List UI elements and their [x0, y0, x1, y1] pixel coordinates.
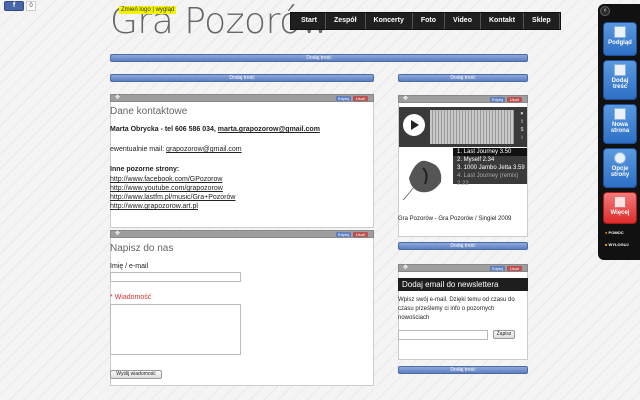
form-panel-header: ✥ Edytuj Usuń	[110, 230, 374, 238]
nav-kontakt[interactable]: Kontakt	[481, 13, 525, 29]
required-mark: *	[110, 294, 113, 301]
nav-foto[interactable]: Foto	[413, 13, 446, 29]
edit-button[interactable]: Edytuj	[336, 232, 351, 237]
link-website[interactable]: http://www.grapozorow.art.pl	[110, 203, 198, 210]
alt-email-link[interactable]: grapozorow@gmail.com	[166, 146, 242, 153]
play-button[interactable]	[403, 114, 425, 136]
waveform[interactable]	[430, 110, 514, 144]
form-title: Napisz do nas	[110, 243, 174, 254]
delete-button[interactable]: Usuń	[507, 266, 522, 271]
edit-button[interactable]: Edytuj	[490, 266, 505, 271]
link-facebook[interactable]: http://www.facebook.com/GPozorow	[110, 176, 222, 183]
new-page-icon	[614, 108, 626, 120]
admin-sidebar: Podgląd Dodaj treść Nowa strona Opcje st…	[598, 4, 640, 260]
add-content-button-top[interactable]: Dodaj treść	[110, 54, 528, 62]
move-icon[interactable]: ✥	[115, 231, 120, 237]
track-item[interactable]: 3. 1000 Jambo Jetta 3.59	[453, 164, 527, 172]
add-content-button-right-3[interactable]: Dodaj treść	[398, 366, 528, 374]
edit-button[interactable]: Edytuj	[336, 96, 351, 101]
contact-email-link[interactable]: marta.grapozorow@gmail.com	[218, 126, 320, 133]
help-label: POMOC	[608, 230, 624, 235]
nav-video[interactable]: Video	[445, 13, 481, 29]
play-icon	[411, 120, 419, 130]
link-youtube[interactable]: http://www.youtube.com/grapozorow	[110, 185, 223, 192]
artwork-image	[402, 160, 442, 201]
sidebar-toggle-button[interactable]: ‹	[600, 6, 610, 16]
gear-icon	[614, 152, 626, 164]
track-item[interactable]: 2. Myself 2.34	[453, 156, 527, 164]
add-content-button-right[interactable]: Dodaj treść	[398, 74, 528, 82]
alt-email-label: ewentualnie mail:	[110, 146, 165, 153]
info-icon[interactable]: i	[518, 134, 526, 142]
preview-button[interactable]: Podgląd	[603, 22, 637, 56]
track-item[interactable]: 1. Last Journey 3.50	[453, 148, 527, 156]
lock-icon: ■	[605, 242, 608, 247]
logout-link[interactable]: ■ WYLOGUJ	[605, 242, 629, 247]
page-options-button[interactable]: Opcje strony	[603, 148, 637, 188]
add-content-sidebar-button[interactable]: Dodaj treść	[603, 60, 637, 100]
delete-button[interactable]: Usuń	[353, 232, 368, 237]
document-add-icon	[614, 64, 626, 76]
nav-start[interactable]: Start	[291, 13, 326, 29]
move-icon[interactable]: ✥	[403, 96, 408, 102]
like-icon[interactable]: ♥	[518, 110, 526, 118]
facebook-like-button[interactable]: f	[4, 1, 24, 11]
preview-label: Podgląd	[608, 40, 632, 46]
tools-icon	[614, 196, 626, 208]
move-icon[interactable]: ✥	[403, 265, 408, 271]
add-content-button-right-2[interactable]: Dodaj treść	[398, 242, 528, 250]
monitor-icon	[614, 26, 626, 38]
share-icon[interactable]: ⇪	[518, 118, 526, 126]
send-message-button[interactable]: Wyślij wiadomość	[110, 370, 162, 379]
help-link[interactable]: ● POMOC	[605, 230, 624, 235]
newsletter-description: Wpisz swój e-mail. Dzięki temu od czasu …	[398, 297, 515, 321]
help-icon: ●	[605, 230, 608, 235]
link-lastfm[interactable]: http://www.lastfm.pl/music/Gra+Pozorów	[110, 194, 235, 201]
album-caption: Gra Pozorów - Gra Pozorów / Singiel 2009	[398, 216, 512, 222]
newsletter-email-input[interactable]	[398, 330, 488, 340]
player-side-controls[interactable]: ♥ ⇪ $ i	[518, 110, 526, 144]
logout-label: WYLOGUJ	[608, 242, 629, 247]
newsletter-submit-button[interactable]: Zapisz	[493, 330, 515, 339]
message-label-text: Wiadomość	[114, 294, 152, 301]
edit-button[interactable]: Edytuj	[490, 97, 505, 102]
newsletter-panel-header: ✥ Edytuj Usuń	[398, 264, 528, 272]
contact-line-phone: Marta Obrycka - tel 606 586 034, marta.g…	[110, 126, 320, 133]
contact-title: Dane kontaktowe	[110, 106, 188, 117]
other-sites-label: Inne pozorne strony:	[110, 166, 180, 173]
name-label: Imię / e-mail	[110, 263, 149, 270]
track-item[interactable]: 4. Last Journey (remix) 2.22	[453, 172, 527, 188]
message-textarea[interactable]	[110, 304, 241, 355]
move-icon[interactable]: ✥	[115, 95, 120, 101]
add-content-label: Dodaj treść	[611, 78, 629, 90]
page-options-label: Opcje strony	[610, 166, 630, 178]
change-logo-link[interactable]: Zmień logo | wygląd	[119, 6, 177, 14]
delete-button[interactable]: Usuń	[353, 96, 368, 101]
newsletter-title: Dodaj email do newslettera	[398, 278, 528, 291]
music-panel-header: ✥ Edytuj Usuń	[398, 95, 528, 103]
facebook-like-count: 0	[26, 1, 36, 11]
contact-alt-email: ewentualnie mail: grapozorow@gmail.com	[110, 146, 242, 153]
more-label: Więcej	[610, 210, 630, 216]
album-artwork	[399, 148, 453, 202]
delete-button[interactable]: Usuń	[507, 97, 522, 102]
message-label: * Wiadomość	[110, 294, 151, 301]
nav-zespol[interactable]: Zespół	[326, 13, 366, 29]
contact-name-phone: Marta Obrycka - tel 606 586 034,	[110, 126, 216, 133]
tracklist: 1. Last Journey 3.50 2. Myself 2.34 3. 1…	[453, 148, 527, 187]
name-email-input[interactable]	[110, 272, 241, 282]
add-content-button-left[interactable]: Dodaj treść	[110, 74, 374, 82]
new-page-label: Nowa strona	[610, 122, 630, 134]
buy-icon[interactable]: $	[518, 126, 526, 134]
contact-panel-header: ✥ Edytuj Usuń	[110, 94, 374, 102]
nav-sklep[interactable]: Sklep	[524, 13, 560, 29]
nav-koncerty[interactable]: Koncerty	[366, 13, 413, 29]
new-page-button[interactable]: Nowa strona	[603, 104, 637, 144]
more-button[interactable]: Więcej	[603, 192, 637, 224]
main-nav: Start Zespół Koncerty Foto Video Kontakt…	[290, 12, 561, 30]
